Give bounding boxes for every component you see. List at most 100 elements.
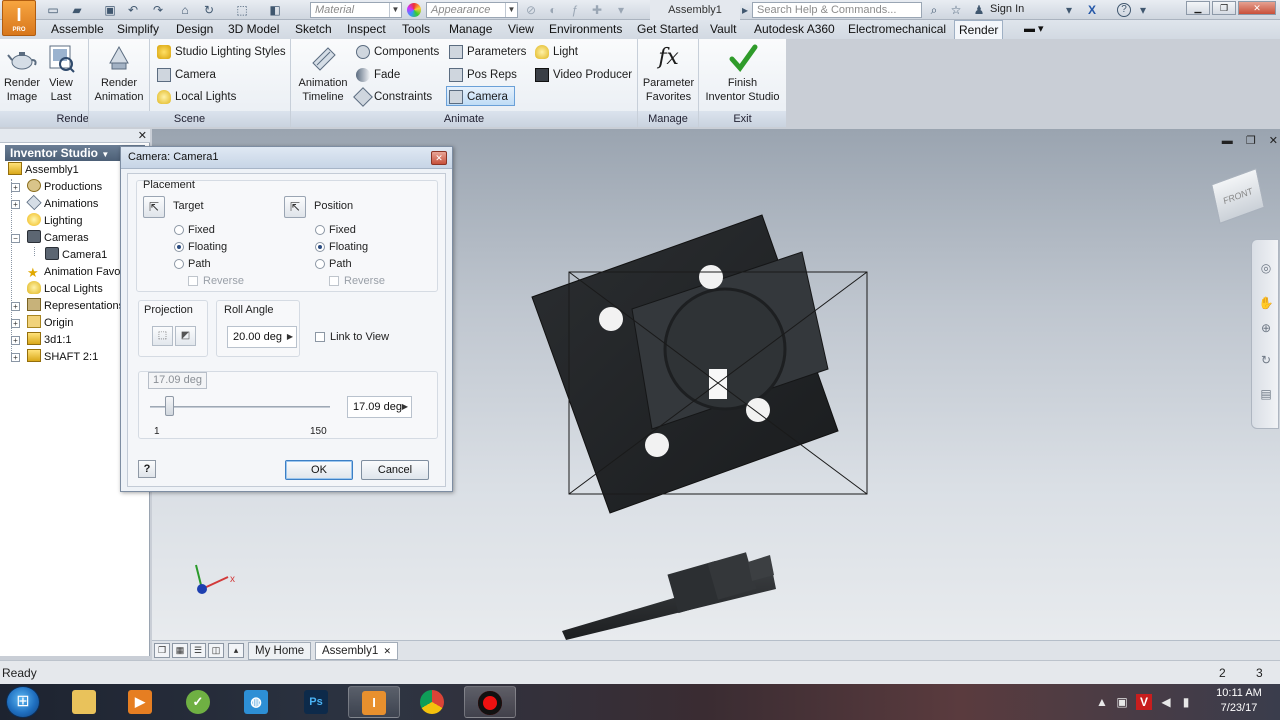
cascade-windows-icon[interactable]: ❐: [154, 643, 170, 658]
finish-inventor-studio-button[interactable]: Finish Inventor Studio: [701, 43, 784, 104]
new-icon[interactable]: ▭: [46, 3, 60, 17]
customize-icon[interactable]: ▾: [614, 3, 628, 17]
parameter-favorites-button[interactable]: fx Parameter Favorites: [640, 43, 697, 104]
tab-assembly1[interactable]: Assembly1 ✕: [315, 642, 398, 660]
fov-slider-thumb[interactable]: [165, 396, 174, 416]
tab-vault[interactable]: Vault: [706, 20, 740, 39]
target-select-button[interactable]: ⇱: [143, 196, 165, 218]
view-last-button[interactable]: View Last: [44, 43, 78, 104]
save-icon[interactable]: ▣: [103, 3, 117, 17]
collapse-icon[interactable]: −: [11, 234, 20, 243]
tree-item-3d1[interactable]: + 3d1:1: [11, 332, 72, 349]
minimize-button[interactable]: ▁: [1186, 1, 1210, 15]
clear-appearance-icon[interactable]: ⊘: [524, 3, 538, 17]
adjust-icon[interactable]: ◐: [546, 3, 560, 17]
help-search-input[interactable]: Search Help & Commands...: [752, 2, 922, 18]
home-icon[interactable]: ⌂: [178, 3, 192, 17]
expand-icon[interactable]: +: [11, 302, 20, 311]
taskbar-blue-app[interactable]: ◍: [230, 686, 282, 718]
tree-item-camera1[interactable]: Camera1: [45, 247, 107, 264]
application-menu-button[interactable]: I PRO: [2, 0, 36, 36]
components-button[interactable]: Components: [354, 42, 439, 62]
dialog-title-bar[interactable]: Camera: Camera1 ✕: [121, 147, 452, 169]
animation-timeline-button[interactable]: Animation Timeline: [293, 43, 353, 104]
position-reverse-checkbox[interactable]: Reverse: [329, 274, 385, 288]
animate-camera-button[interactable]: Camera: [446, 86, 515, 106]
fov-input[interactable]: 17.09 deg ▶: [347, 396, 412, 418]
tab-my-home[interactable]: My Home: [248, 642, 312, 660]
look-at-icon[interactable]: ▤: [1258, 386, 1274, 402]
taskbar-photoshop[interactable]: Ps: [290, 686, 342, 718]
exchange-icon[interactable]: X: [1085, 3, 1099, 17]
clock-date[interactable]: 7/23/17: [1214, 702, 1264, 714]
tab-simplify[interactable]: Simplify: [113, 20, 163, 39]
tree-item-productions[interactable]: + Productions: [11, 179, 102, 196]
parameters-icon[interactable]: ✚: [590, 3, 604, 17]
tab-environments[interactable]: Environments: [545, 20, 626, 39]
target-fixed-radio[interactable]: Fixed: [174, 223, 215, 237]
material-combo[interactable]: Material ▼: [310, 2, 402, 18]
sign-in-link[interactable]: Sign In: [990, 3, 1024, 15]
taskbar-inventor[interactable]: I: [348, 686, 400, 718]
shaft-part[interactable]: [562, 552, 776, 640]
render-animation-button[interactable]: Render Animation: [89, 43, 149, 104]
tree-item-lighting[interactable]: Lighting: [27, 213, 83, 230]
tab-3d-model[interactable]: 3D Model: [224, 20, 283, 39]
tab-tools[interactable]: Tools: [398, 20, 434, 39]
close-icon[interactable]: ✕: [138, 129, 147, 142]
ok-button[interactable]: OK: [285, 460, 353, 480]
select-icon[interactable]: ⬚: [235, 3, 249, 17]
tree-item-assembly1[interactable]: Assembly1: [8, 162, 79, 179]
document-list-icon[interactable]: ▴: [228, 643, 244, 658]
position-floating-radio[interactable]: Floating: [315, 240, 368, 254]
orthographic-projection-button[interactable]: ⬚: [152, 326, 173, 346]
redo-icon[interactable]: ↷: [151, 3, 165, 17]
close-icon[interactable]: ✕: [383, 646, 391, 656]
tree-item-animation-favorites[interactable]: ★ Animation Favori: [27, 264, 127, 281]
open-folder-icon[interactable]: ▰: [70, 3, 84, 17]
tile-vertical-icon[interactable]: ◫: [208, 643, 224, 658]
light-button[interactable]: Light: [533, 42, 578, 62]
zoom-icon[interactable]: ⊕: [1258, 320, 1274, 336]
expand-icon[interactable]: +: [11, 353, 20, 362]
pan-icon[interactable]: ✋: [1258, 295, 1274, 311]
start-button[interactable]: ⊞: [6, 686, 40, 718]
tile-windows-icon[interactable]: ▦: [172, 643, 188, 658]
network-icon[interactable]: ▮: [1178, 694, 1194, 710]
tab-assemble[interactable]: Assemble: [47, 20, 108, 39]
studio-lighting-styles-button[interactable]: Studio Lighting Styles: [155, 42, 286, 62]
tree-item-cameras[interactable]: − Cameras: [11, 230, 89, 247]
link-to-view-checkbox[interactable]: Link to View: [315, 330, 389, 344]
pos-reps-button[interactable]: Pos Reps: [447, 65, 517, 85]
tree-item-origin[interactable]: + Origin: [11, 315, 73, 332]
taskbar-media-player[interactable]: ▶: [114, 686, 166, 718]
tray-app-icon[interactable]: ▣: [1114, 694, 1130, 710]
tree-item-animations[interactable]: + Animations: [11, 194, 98, 213]
tab-sketch[interactable]: Sketch: [291, 20, 336, 39]
restore-button[interactable]: ❐: [1212, 1, 1236, 15]
perspective-projection-button[interactable]: ◩: [175, 326, 196, 346]
tree-item-shaft[interactable]: + SHAFT 2:1: [11, 349, 98, 366]
measure-icon[interactable]: ◧: [268, 3, 282, 17]
tree-item-local-lights[interactable]: Local Lights: [27, 281, 103, 298]
volume-icon[interactable]: ◀: [1158, 694, 1174, 710]
clock-time[interactable]: 10:11 AM: [1214, 687, 1264, 699]
show-hidden-icons[interactable]: ▲: [1094, 694, 1110, 710]
fade-button[interactable]: Fade: [354, 65, 400, 85]
tab-manage[interactable]: Manage: [445, 20, 496, 39]
position-select-button[interactable]: ⇱: [284, 196, 306, 218]
help-dropdown-icon[interactable]: ▾: [1136, 3, 1150, 17]
sign-in-dropdown-icon[interactable]: ▾: [1062, 3, 1076, 17]
help-icon[interactable]: ?: [1117, 3, 1131, 17]
video-producer-button[interactable]: Video Producer: [533, 65, 632, 85]
binoculars-icon[interactable]: ⌕: [927, 3, 941, 17]
expand-icon[interactable]: +: [11, 183, 20, 192]
dialog-help-button[interactable]: ?: [138, 460, 156, 478]
roll-angle-input[interactable]: 20.00 deg ▶: [227, 326, 297, 348]
tile-horizontal-icon[interactable]: ☰: [190, 643, 206, 658]
taskbar-recorder[interactable]: [464, 686, 516, 718]
ribbon-options-icon[interactable]: ▬ ▾: [1020, 20, 1048, 39]
taskbar-green-app[interactable]: ✓: [172, 686, 224, 718]
update-icon[interactable]: ↻: [202, 3, 216, 17]
local-lights-button[interactable]: Local Lights: [155, 87, 236, 107]
